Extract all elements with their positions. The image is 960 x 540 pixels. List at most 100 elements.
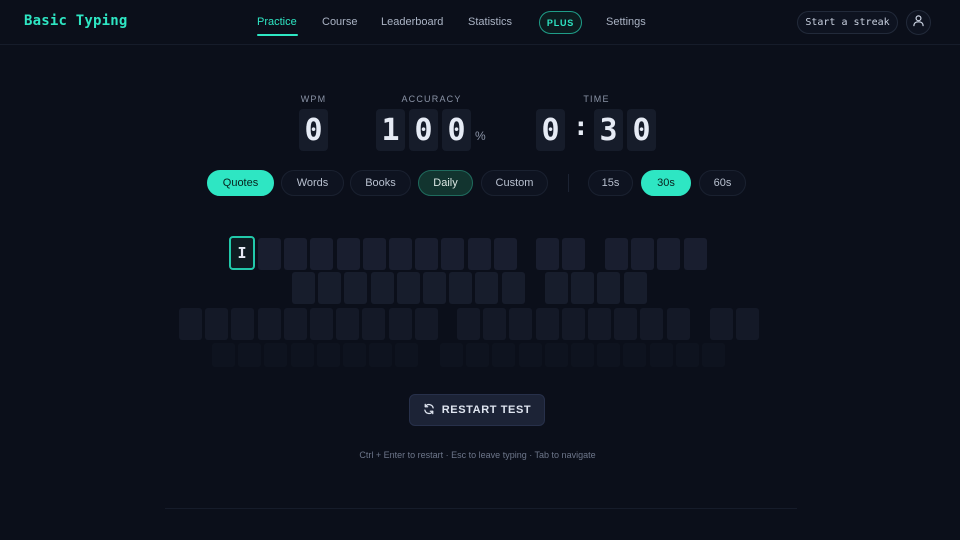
hidden-character-tile	[231, 308, 255, 340]
nav-item-course[interactable]: Course	[322, 16, 357, 28]
hidden-character-tile	[316, 343, 340, 367]
hidden-character-tile	[614, 308, 638, 340]
hidden-character-tile	[344, 272, 368, 304]
hidden-character-tile	[457, 308, 480, 340]
wpm-label: WPM	[300, 94, 327, 104]
hidden-character-tile	[561, 308, 585, 340]
hidden-character-tile	[283, 308, 307, 340]
nav-item-leaderboard[interactable]: Leaderboard	[381, 16, 443, 28]
hidden-character-tile	[238, 343, 262, 367]
mode-quotes-button[interactable]: Quotes	[207, 170, 274, 196]
top-navigation-bar: Basic Typing Practice Course Leaderboard…	[0, 0, 960, 45]
hidden-character-tile	[675, 343, 699, 367]
hidden-character-tile	[264, 343, 288, 367]
hidden-character-tile	[666, 308, 690, 340]
duration-15s-button[interactable]: 15s	[588, 170, 633, 196]
hidden-character-tile	[179, 308, 202, 340]
hidden-character-tile	[545, 272, 568, 304]
hidden-character-tile	[441, 238, 465, 270]
hidden-character-tile	[212, 343, 235, 367]
hidden-character-tile	[310, 308, 333, 340]
hidden-character-tile	[466, 343, 490, 367]
hidden-character-tile	[284, 238, 308, 270]
mode-words-button[interactable]: Words	[281, 170, 344, 196]
duration-30s-button[interactable]: 30s	[641, 170, 691, 196]
hidden-character-tile	[475, 272, 499, 304]
hidden-character-tile	[657, 238, 681, 270]
hidden-character-tile	[370, 272, 394, 304]
hidden-character-tile	[492, 343, 516, 367]
time-minutes-digit: 0	[536, 109, 565, 151]
hidden-character-tile	[343, 343, 366, 367]
hidden-character-tile	[509, 308, 533, 340]
hidden-character-tile	[649, 343, 673, 367]
user-icon	[912, 14, 925, 32]
hidden-character-tile	[483, 308, 507, 340]
hidden-character-tile	[736, 308, 760, 340]
keyboard-shortcuts-hint: Ctrl + Enter to restart · Esc to leave t…	[359, 450, 596, 460]
hidden-character-tile	[362, 308, 386, 340]
current-character: I	[229, 236, 255, 270]
time-seconds-digit: 3	[594, 109, 623, 151]
accuracy-label: ACCURACY	[401, 94, 462, 104]
hidden-character-tile	[362, 238, 386, 270]
hidden-character-tile	[605, 238, 628, 270]
hidden-character-tile	[631, 238, 655, 270]
duration-60s-button[interactable]: 60s	[699, 170, 746, 196]
hidden-character-tile	[623, 272, 647, 304]
hidden-character-tile	[571, 343, 594, 367]
hidden-character-tile	[588, 308, 611, 340]
hidden-character-tile	[597, 272, 621, 304]
hidden-character-tile	[389, 238, 412, 270]
accuracy-digit: 0	[409, 109, 438, 151]
hidden-character-tile	[493, 238, 517, 270]
hidden-character-tile	[257, 308, 281, 340]
accuracy-percent-unit: %	[475, 129, 486, 143]
nav-item-statistics[interactable]: Statistics	[468, 16, 512, 28]
hidden-character-tile	[395, 343, 419, 367]
mode-custom-button[interactable]: Custom	[481, 170, 548, 196]
hidden-character-tile	[449, 272, 473, 304]
hidden-character-tile	[536, 238, 559, 270]
hidden-character-tile	[423, 272, 446, 304]
accuracy-digit: 1	[376, 109, 405, 151]
start-streak-button[interactable]: Start a streak	[797, 11, 898, 34]
mode-daily-button[interactable]: Daily	[418, 170, 473, 196]
hidden-character-tile	[562, 238, 586, 270]
accuracy-digit: 0	[442, 109, 471, 151]
mode-books-button[interactable]: Books	[350, 170, 411, 196]
hidden-character-tile	[205, 308, 229, 340]
hidden-character-tile	[336, 238, 360, 270]
hidden-character-tile	[318, 272, 342, 304]
hidden-character-tile	[336, 308, 360, 340]
hidden-character-tile	[702, 343, 725, 367]
nav-item-practice[interactable]: Practice	[257, 16, 297, 28]
hidden-character-tile	[414, 308, 438, 340]
hidden-character-tile	[258, 238, 281, 270]
nav-item-settings[interactable]: Settings	[606, 16, 646, 28]
hidden-character-tile	[388, 308, 412, 340]
hidden-character-tile	[310, 238, 334, 270]
hidden-character-tile	[290, 343, 314, 367]
refresh-icon	[423, 403, 435, 418]
time-separator: :	[573, 112, 589, 142]
active-nav-indicator	[257, 34, 298, 36]
hidden-character-tile	[710, 308, 733, 340]
hidden-character-tile	[440, 343, 463, 367]
wpm-digit: 0	[299, 109, 328, 151]
hidden-character-tile	[415, 238, 439, 270]
app-logo-title[interactable]: Basic Typing	[24, 13, 128, 29]
hidden-character-tile	[683, 238, 707, 270]
time-seconds-digit: 0	[627, 109, 656, 151]
mode-divider	[568, 174, 569, 192]
hidden-character-tile	[501, 272, 525, 304]
hidden-character-tile	[396, 272, 420, 304]
account-button[interactable]	[906, 10, 931, 35]
hidden-character-tile	[544, 343, 568, 367]
hidden-character-tile	[467, 238, 491, 270]
plus-button[interactable]: PLUS	[539, 11, 582, 34]
restart-test-label: RESTART TEST	[441, 404, 532, 416]
time-label: TIME	[583, 94, 610, 104]
footer-divider	[165, 508, 797, 509]
restart-test-button[interactable]: RESTART TEST	[409, 394, 545, 426]
